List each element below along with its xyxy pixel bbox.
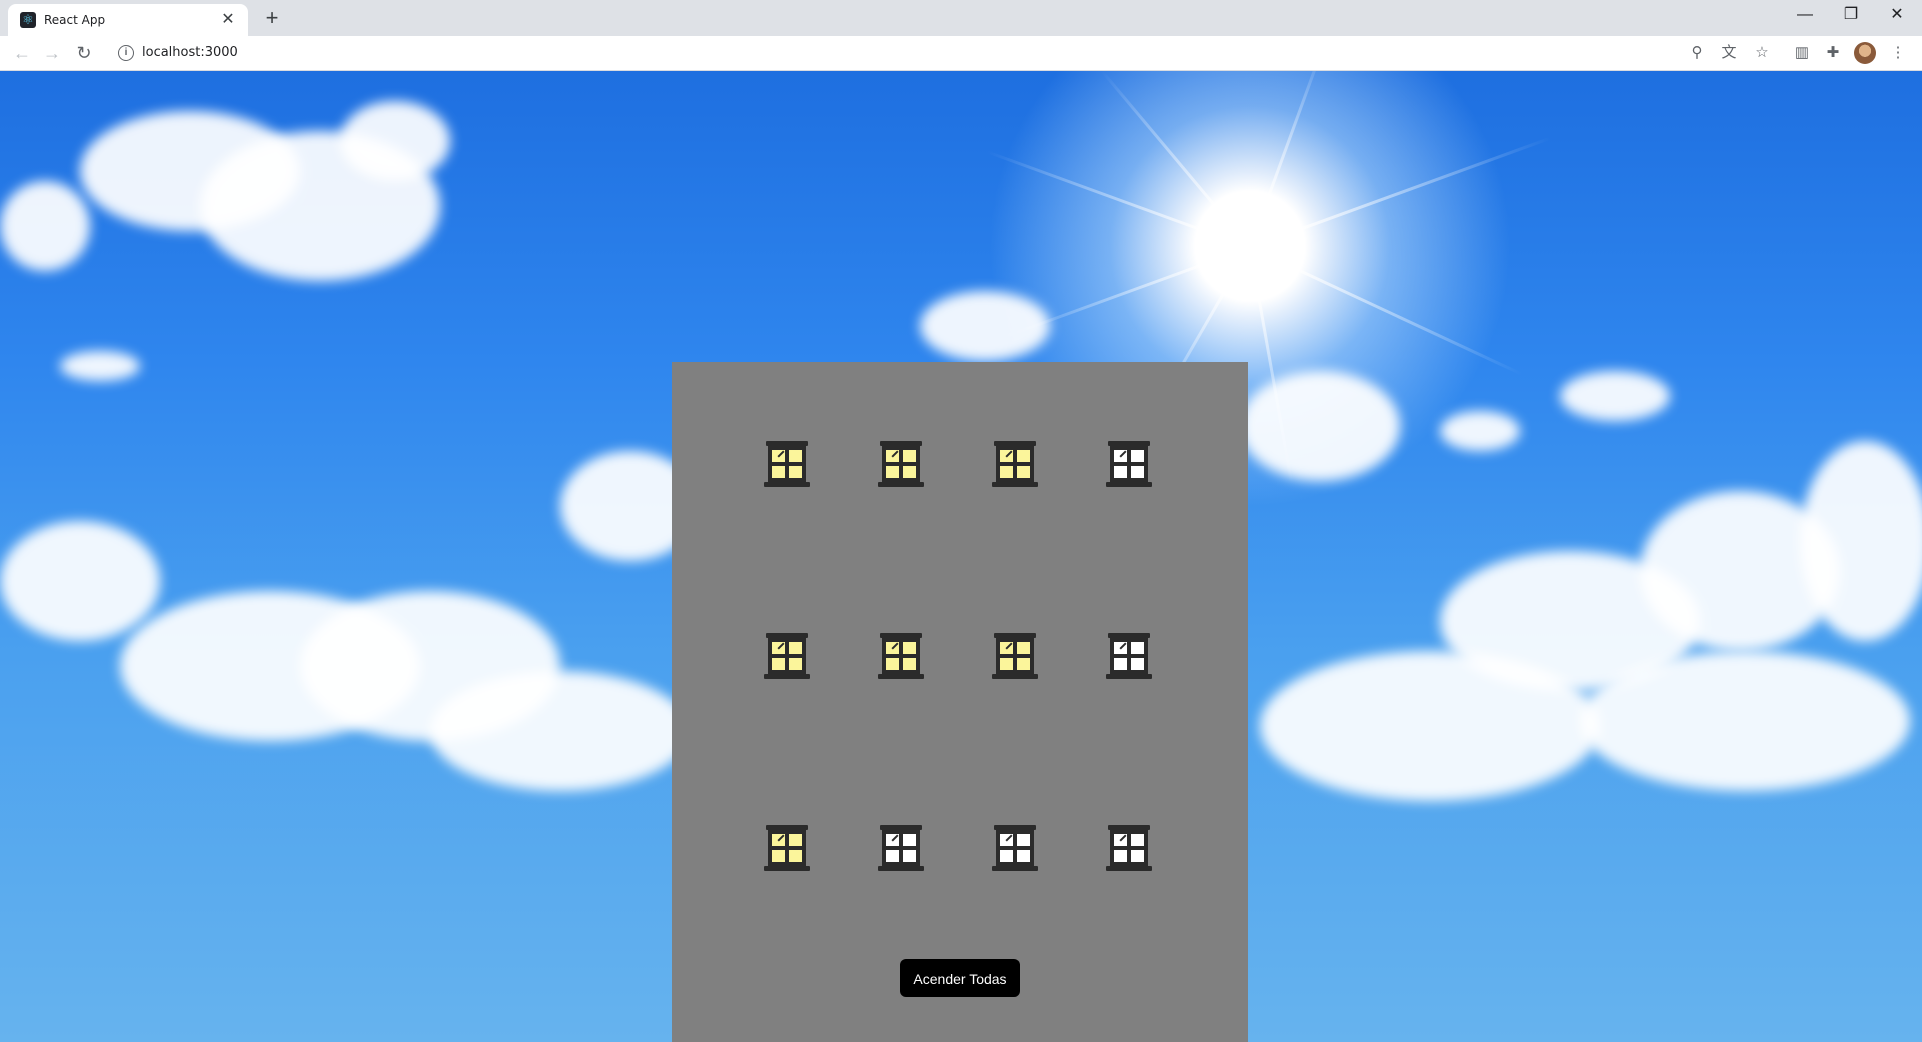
window-lit[interactable] bbox=[764, 825, 810, 873]
location-icon[interactable]: ⚲ bbox=[1687, 43, 1707, 63]
close-tab-icon[interactable]: ✕ bbox=[218, 10, 238, 30]
window-lit[interactable] bbox=[764, 441, 810, 489]
browser-tab[interactable]: ⚛ React App ✕ bbox=[8, 4, 248, 36]
cloud bbox=[430, 671, 690, 791]
acender-todas-button[interactable]: Acender Todas bbox=[900, 959, 1020, 997]
building: Acender Todas bbox=[672, 362, 1248, 1042]
cloud bbox=[340, 101, 450, 181]
restore-button[interactable]: ❐ bbox=[1828, 0, 1874, 30]
window-lit[interactable] bbox=[878, 633, 924, 681]
close-window-button[interactable]: ✕ bbox=[1874, 0, 1920, 30]
cloud bbox=[1560, 371, 1670, 421]
window-dark[interactable] bbox=[1106, 825, 1152, 873]
browser-toolbar: ← → ↻ i localhost:3000 ⚲ 文 ☆ ▥ ✚ ⋮ bbox=[0, 36, 1922, 71]
cloud bbox=[1440, 411, 1520, 451]
cloud bbox=[1580, 651, 1910, 791]
window-lit[interactable] bbox=[878, 441, 924, 489]
cloud bbox=[920, 291, 1050, 361]
translate-icon[interactable]: 文 bbox=[1719, 43, 1739, 63]
window-lit[interactable] bbox=[992, 633, 1038, 681]
extensions-icon[interactable]: ✚ bbox=[1823, 43, 1843, 63]
tab-bar: ⚛ React App ✕ + — ❐ ✕ bbox=[0, 0, 1922, 36]
window-dark[interactable] bbox=[878, 825, 924, 873]
window-dark[interactable] bbox=[1106, 633, 1152, 681]
window-lit[interactable] bbox=[764, 633, 810, 681]
window-dark[interactable] bbox=[1106, 441, 1152, 489]
tab-title: React App bbox=[44, 13, 106, 27]
forward-button[interactable]: → bbox=[40, 41, 64, 65]
back-button[interactable]: ← bbox=[10, 41, 34, 65]
profile-avatar[interactable] bbox=[1854, 42, 1876, 64]
cloud bbox=[0, 521, 160, 641]
window-dark[interactable] bbox=[992, 825, 1038, 873]
new-tab-button[interactable]: + bbox=[260, 6, 284, 30]
react-favicon-icon: ⚛ bbox=[20, 12, 36, 28]
cloud bbox=[1240, 371, 1400, 481]
reload-button[interactable]: ↻ bbox=[72, 41, 96, 65]
cloud bbox=[1800, 441, 1922, 641]
sun-ray bbox=[1249, 246, 1523, 376]
info-icon[interactable]: i bbox=[118, 45, 134, 61]
minimize-button[interactable]: — bbox=[1782, 0, 1828, 30]
sun-ray bbox=[1249, 136, 1552, 249]
cloud bbox=[0, 181, 90, 271]
address-bar[interactable]: i localhost:3000 bbox=[108, 39, 1808, 67]
cloud bbox=[1260, 651, 1600, 801]
menu-icon[interactable]: ⋮ bbox=[1888, 43, 1908, 63]
window-lit[interactable] bbox=[992, 441, 1038, 489]
url-text[interactable]: localhost:3000 bbox=[142, 45, 238, 60]
cloud bbox=[60, 351, 140, 381]
star-icon[interactable]: ☆ bbox=[1752, 43, 1772, 63]
sky-background: Acender Todas bbox=[0, 71, 1922, 1042]
sidebar-icon[interactable]: ▥ bbox=[1792, 43, 1812, 63]
